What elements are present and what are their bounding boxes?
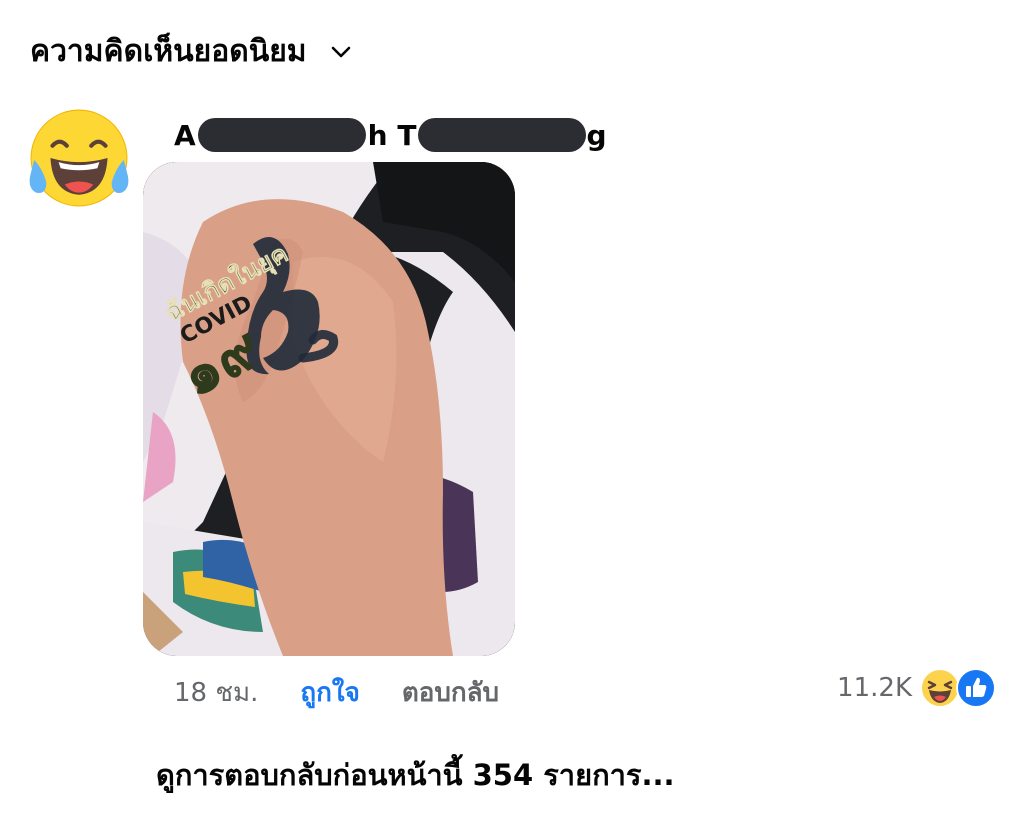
redaction-bar	[418, 118, 587, 152]
redaction-bar	[197, 118, 366, 152]
reaction-summary[interactable]: 11.2K	[837, 668, 996, 708]
comment-actions: 18 ชม. ถูกใจ ตอบกลับ	[174, 672, 499, 713]
comment-time[interactable]: 18 ชม.	[174, 672, 258, 713]
view-previous-replies-link[interactable]: ดูการตอบกลับก่อนหน้านี้ 354 รายการ...	[156, 752, 675, 798]
like-icon	[956, 668, 996, 708]
author-visible-middle: h T	[367, 118, 417, 152]
author-visible-start: A	[174, 118, 196, 152]
comment-photo[interactable]: ฉันเกิดในยุค COVID ๑๙	[143, 162, 515, 656]
reaction-count: 11.2K	[837, 673, 912, 703]
author-visible-end: g	[586, 118, 607, 152]
reply-button[interactable]: ตอบกลับ	[402, 672, 499, 713]
laughing-tears-emoji-avatar[interactable]	[28, 107, 130, 209]
arm-tattoo-illustration: ฉันเกิดในยุค COVID ๑๙	[143, 162, 515, 656]
comment-author-name[interactable]: A h T g	[174, 118, 607, 152]
haha-icon	[920, 668, 960, 708]
chevron-down-icon	[331, 46, 350, 57]
sort-label: ความคิดเห็นยอดนิยม	[30, 34, 307, 69]
like-button[interactable]: ถูกใจ	[300, 672, 359, 713]
comment-sort-menu[interactable]: ความคิดเห็นยอดนิยม	[30, 28, 353, 75]
